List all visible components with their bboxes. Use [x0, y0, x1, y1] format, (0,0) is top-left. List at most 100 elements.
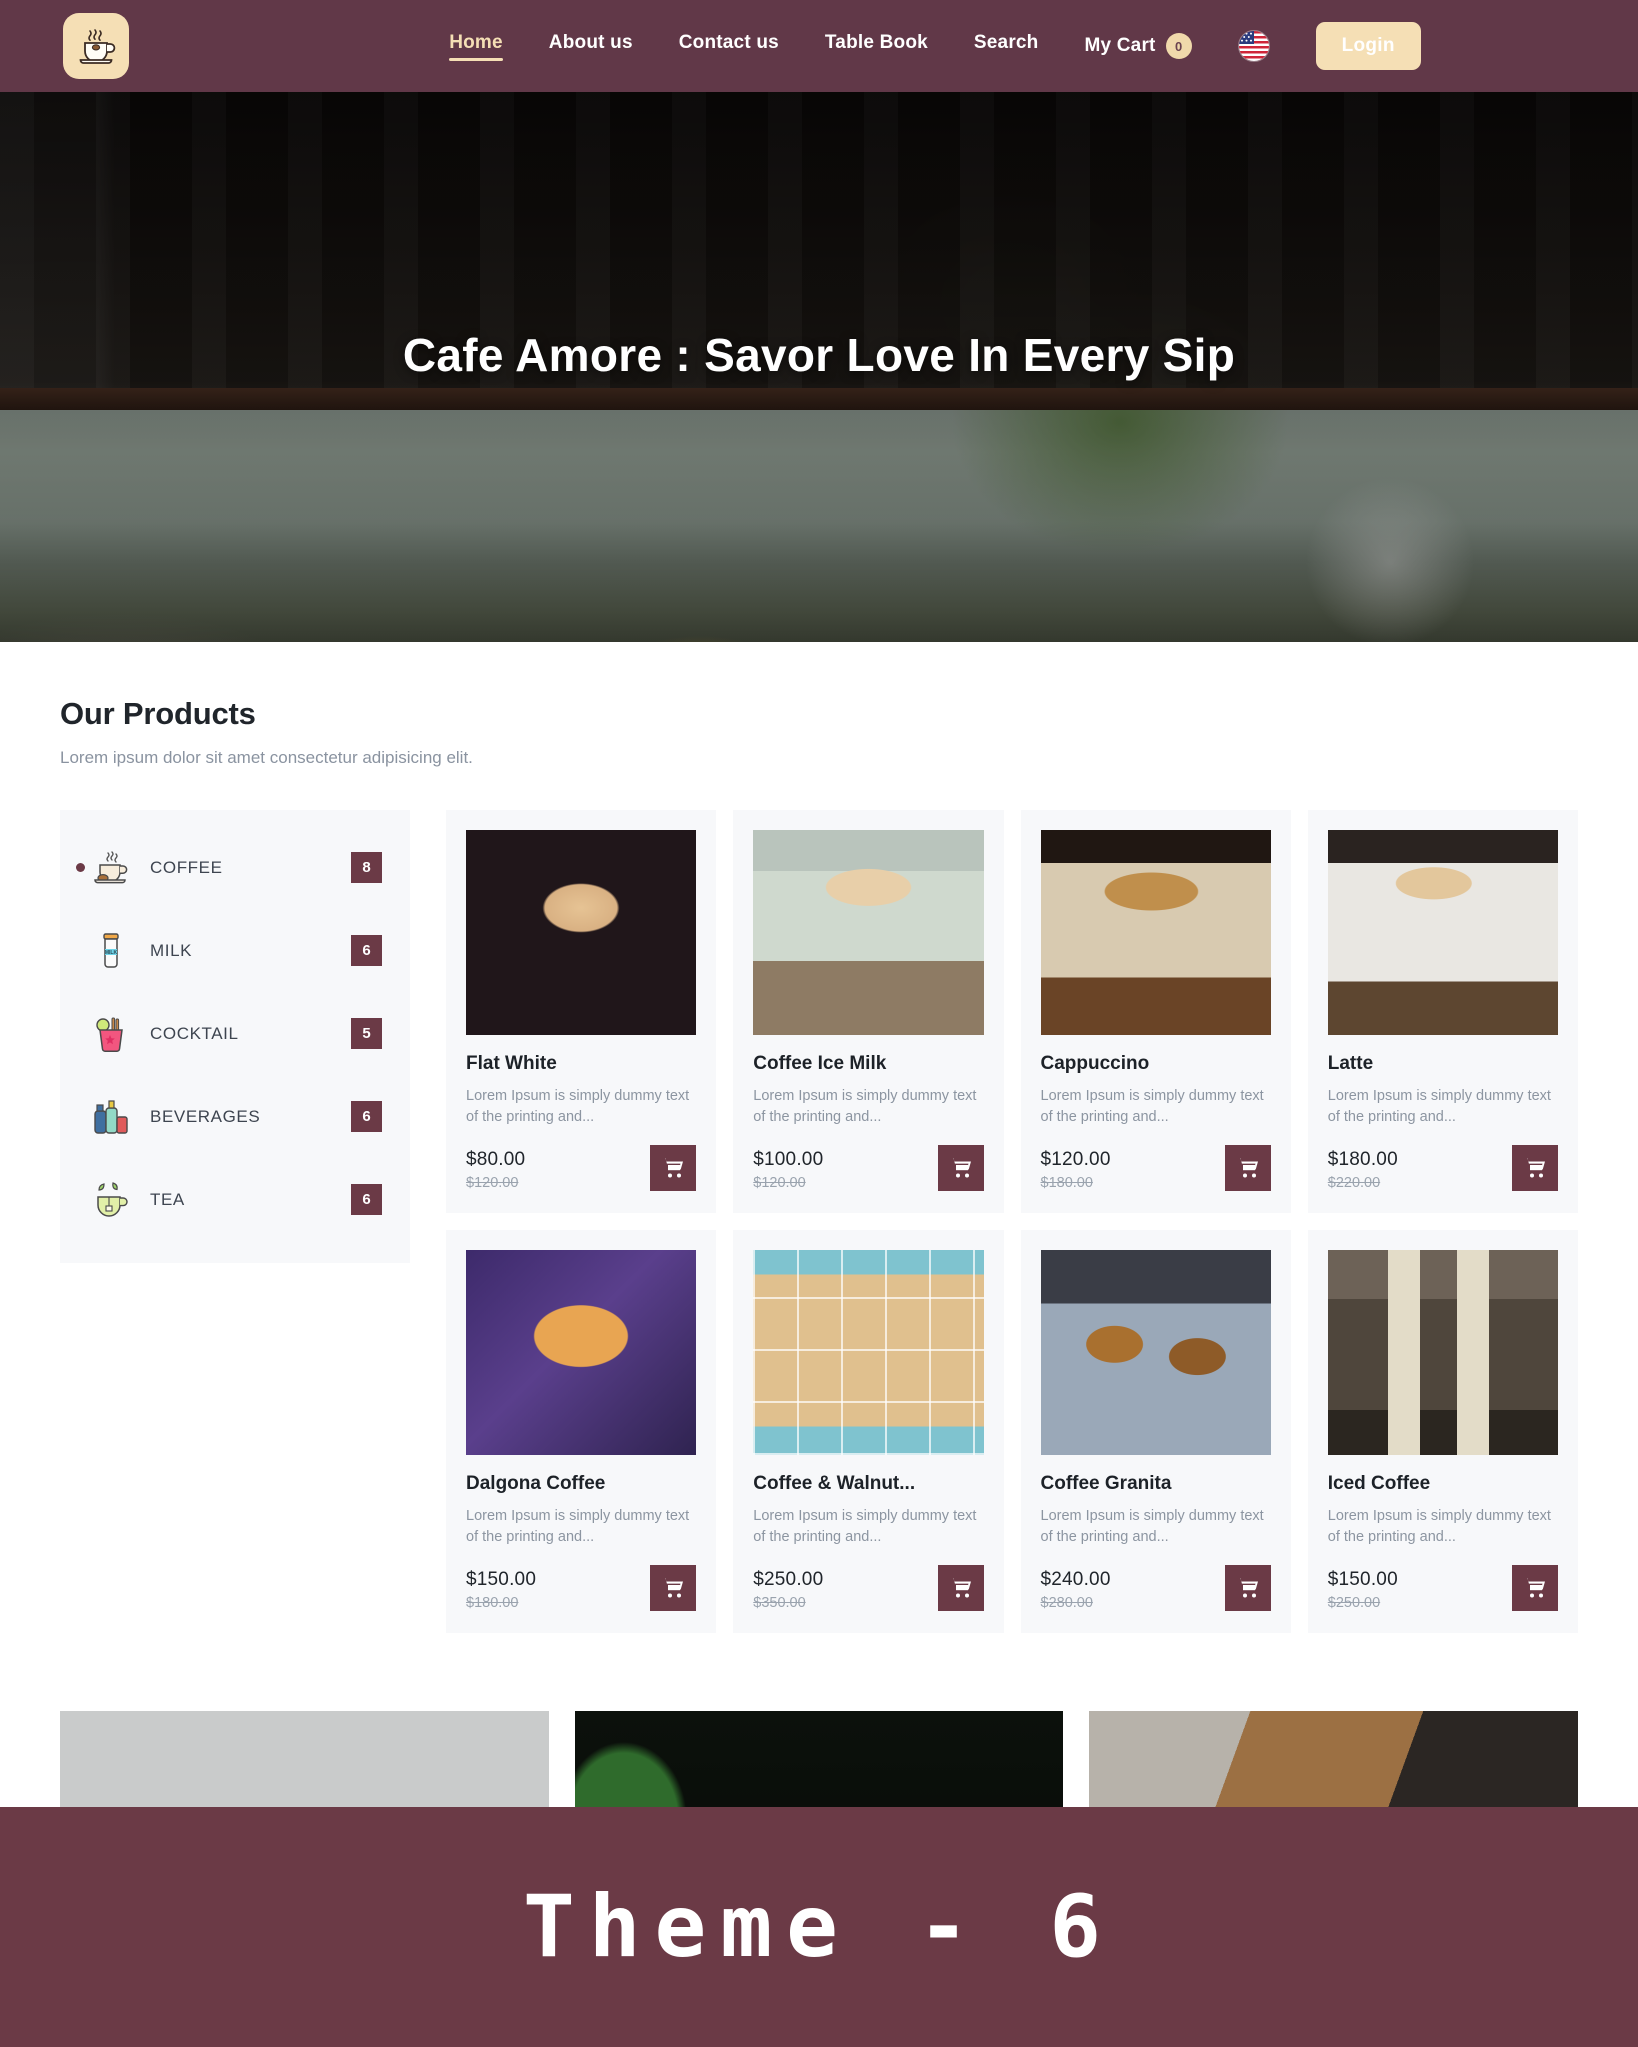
cart-count-badge: 0 [1165, 33, 1192, 59]
product-prices: $250.00 $350.00 [753, 1569, 823, 1611]
product-old-price: $120.00 [466, 1174, 519, 1191]
product-prices: $240.00 $280.00 [1041, 1569, 1111, 1611]
category-count-badge: 6 [351, 935, 382, 966]
product-description: Lorem Ipsum is simply dummy text of the … [1040, 1088, 1264, 1126]
us-flag-icon[interactable] [1237, 30, 1270, 62]
cocktail-icon [88, 1011, 134, 1057]
product-old-price: $180.00 [466, 1594, 519, 1611]
add-to-cart-button[interactable] [1224, 1144, 1271, 1191]
product-description: Lorem Ipsum is simply dummy text of the … [1327, 1088, 1551, 1126]
product-prices: $150.00 $180.00 [466, 1569, 536, 1611]
nav-item-table-book[interactable]: Table Book [825, 32, 928, 61]
product-card[interactable]: Iced Coffee Lorem Ipsum is simply dummy … [1307, 1229, 1578, 1633]
product-description: Lorem Ipsum is simply dummy text of the … [753, 1507, 977, 1546]
shopping-cart-icon [1524, 1157, 1545, 1178]
category-item-tea[interactable]: TEA 6 [88, 1158, 382, 1241]
shopping-cart-icon [1524, 1577, 1545, 1598]
login-button[interactable]: Login [1315, 22, 1421, 70]
product-card[interactable]: Coffee Ice Milk Lorem Ipsum is simply du… [733, 810, 1004, 1213]
category-label: MILK [150, 940, 193, 960]
category-item-cocktail[interactable]: COCKTAIL 5 [88, 992, 382, 1075]
svg-text:MILK: MILK [105, 950, 118, 956]
add-to-cart-button[interactable] [1512, 1564, 1558, 1611]
product-image-flat-white [466, 830, 697, 1035]
shopping-cart-icon [1237, 1577, 1258, 1598]
shopping-cart-icon [950, 1157, 971, 1178]
section-subtitle: Lorem ipsum dolor sit amet consectetur a… [60, 748, 473, 767]
category-item-milk[interactable]: MILK MILK 6 [88, 909, 382, 992]
category-sidebar: COFFEE 8 MILK MILK 6 COCKTAIL 5 BEVERAGE… [60, 810, 410, 1263]
product-name: Cappuccino [1040, 1053, 1150, 1074]
shopping-cart-icon [662, 1577, 684, 1598]
product-grid: Flat White Lorem Ipsum is simply dummy t… [446, 810, 1578, 1633]
product-image-iced-coffee [1327, 1249, 1558, 1455]
nav-item-search[interactable]: Search [974, 32, 1039, 61]
product-card[interactable]: Coffee & Walnut... Lorem Ipsum is simply… [733, 1229, 1004, 1633]
product-name: Flat White [466, 1053, 557, 1074]
product-description: Lorem Ipsum is simply dummy text of the … [1327, 1507, 1551, 1546]
product-card[interactable]: Dalgona Coffee Lorem Ipsum is simply dum… [446, 1229, 717, 1633]
category-item-beverages[interactable]: BEVERAGES 6 [88, 1075, 382, 1158]
category-label: COCKTAIL [150, 1023, 239, 1043]
product-price: $120.00 [1040, 1148, 1111, 1170]
product-price: $80.00 [466, 1148, 526, 1170]
product-footer: $150.00 $250.00 [1328, 1564, 1558, 1611]
my-cart-button[interactable]: My Cart 0 [1084, 33, 1192, 59]
category-count-badge: 8 [351, 852, 382, 883]
product-description: Lorem Ipsum is simply dummy text of the … [753, 1088, 977, 1126]
category-count-badge: 5 [351, 1018, 382, 1049]
product-name: Coffee Granita [1040, 1472, 1172, 1494]
product-footer: $100.00 $120.00 [753, 1144, 984, 1191]
product-card[interactable]: Cappuccino Lorem Ipsum is simply dummy t… [1020, 810, 1291, 1213]
my-cart-label: My Cart [1084, 35, 1156, 56]
product-card[interactable]: Coffee Granita Lorem Ipsum is simply dum… [1020, 1229, 1291, 1633]
product-old-price: $120.00 [753, 1174, 806, 1191]
product-card[interactable]: Flat White Lorem Ipsum is simply dummy t… [446, 810, 717, 1213]
add-to-cart-button[interactable] [1512, 1144, 1558, 1191]
add-to-cart-button[interactable] [650, 1564, 697, 1611]
hero-section: Cafe Amore : Savor Love In Every Sip [0, 92, 1638, 642]
theme-banner: Theme - 6 [0, 1807, 1638, 2047]
product-prices: $100.00 $120.00 [753, 1149, 823, 1191]
product-footer: $240.00 $280.00 [1041, 1564, 1271, 1611]
product-old-price: $350.00 [753, 1594, 806, 1611]
product-description: Lorem Ipsum is simply dummy text of the … [466, 1507, 690, 1546]
category-label: TEA [150, 1189, 185, 1209]
product-image-coffee-ice-milk [753, 830, 984, 1035]
product-price: $100.00 [753, 1148, 824, 1170]
add-to-cart-button[interactable] [937, 1144, 984, 1191]
product-price: $180.00 [1327, 1148, 1398, 1170]
shopping-cart-icon [950, 1577, 971, 1598]
site-logo[interactable] [63, 13, 129, 79]
category-label: BEVERAGES [150, 1106, 261, 1126]
add-to-cart-button[interactable] [937, 1564, 984, 1611]
beverages-icon [88, 1094, 134, 1140]
product-footer: $250.00 $350.00 [753, 1564, 984, 1611]
shopping-cart-icon [662, 1157, 684, 1178]
product-price: $250.00 [753, 1568, 824, 1590]
product-price: $150.00 [466, 1568, 537, 1590]
category-label: COFFEE [150, 857, 223, 877]
product-prices: $180.00 $220.00 [1328, 1149, 1398, 1191]
nav-item-home[interactable]: Home [449, 32, 503, 61]
site-header: Home About us Contact us Table Book Sear… [0, 0, 1638, 92]
shopping-cart-icon [1237, 1157, 1258, 1178]
product-old-price: $180.00 [1040, 1174, 1093, 1191]
product-image-coffee-walnut [753, 1249, 984, 1455]
product-card[interactable]: Latte Lorem Ipsum is simply dummy text o… [1307, 810, 1578, 1213]
nav-item-contact-us[interactable]: Contact us [679, 32, 779, 61]
coffee-cup-icon [88, 845, 134, 891]
nav-item-about-us[interactable]: About us [549, 32, 633, 61]
add-to-cart-button[interactable] [650, 1144, 697, 1191]
active-indicator-dot [76, 863, 85, 872]
product-prices: $80.00 $120.00 [466, 1149, 525, 1191]
tea-cup-icon [88, 1177, 134, 1223]
add-to-cart-button[interactable] [1224, 1564, 1271, 1611]
hero-title: Cafe Amore : Savor Love In Every Sip [402, 329, 1236, 381]
product-image-coffee-granita [1040, 1249, 1271, 1455]
product-image-cappuccino [1040, 830, 1271, 1035]
category-item-coffee[interactable]: COFFEE 8 [76, 826, 382, 909]
product-image-latte [1327, 830, 1558, 1035]
products-section: Our Products Lorem ipsum dolor sit amet … [0, 642, 1638, 1633]
product-description: Lorem Ipsum is simply dummy text of the … [466, 1088, 690, 1126]
